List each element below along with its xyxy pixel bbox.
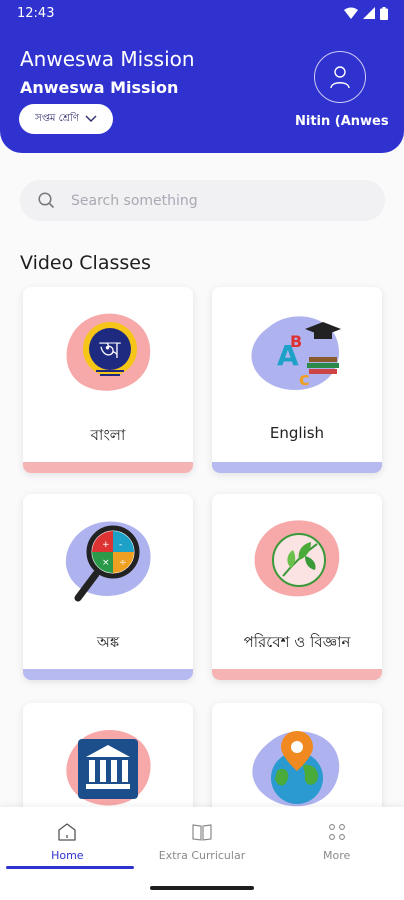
subject-label: English: [269, 424, 325, 442]
svg-text:-: -: [119, 540, 122, 550]
svg-text:B: B: [290, 332, 302, 351]
status-bar: 12:43: [0, 0, 404, 26]
grid-dots-icon: [328, 824, 345, 840]
subject-card-english[interactable]: A B c English: [212, 287, 382, 473]
profile-avatar[interactable]: [314, 51, 366, 103]
subject-card-bangla[interactable]: অ বাংলা: [23, 287, 193, 473]
card-accent-bar: [212, 462, 382, 473]
search-icon: [38, 192, 55, 209]
svg-text:+: +: [102, 540, 110, 550]
search-input[interactable]: [71, 192, 351, 209]
nav-home[interactable]: Home: [0, 807, 135, 875]
bengali-letter-icon: অ: [66, 313, 151, 391]
card-accent-bar: [212, 669, 382, 680]
class-select-dropdown[interactable]: সপ্তম শ্রেণি: [19, 104, 113, 134]
organization-name: Anweswa Mission: [20, 78, 179, 97]
svg-text:অ: অ: [99, 336, 122, 364]
signal-icon: [363, 7, 375, 19]
svg-text:×: ×: [102, 558, 110, 568]
nav-extra-curricular-label: Extra Curricular: [158, 849, 246, 862]
section-title: Video Classes: [20, 252, 151, 274]
app-screen: Anweswa Mission Anweswa Mission সপ্তম শ্…: [0, 0, 404, 900]
subject-label: অঙ্ক: [96, 633, 120, 651]
gesture-handle[interactable]: [150, 886, 254, 890]
subject-card-science[interactable]: পরিবেশ ও বিজ্ঞান: [212, 494, 382, 680]
subject-card-math[interactable]: + - × ÷ অঙ্ক: [23, 494, 193, 680]
active-tab-indicator: [6, 866, 134, 869]
bottom-navigation: Home Extra Curricular More: [0, 807, 404, 875]
user-icon: [330, 66, 350, 89]
globe-pin-icon: [252, 731, 340, 807]
subject-label: পরিবেশ ও বিজ্ঞান: [243, 633, 351, 651]
museum-icon: [66, 729, 151, 806]
status-time: 12:43: [17, 5, 55, 21]
chevron-down-icon: [85, 115, 97, 122]
leaf-icon: [254, 520, 340, 597]
card-accent-bar: [23, 462, 193, 473]
nav-more-label: More: [323, 849, 351, 862]
svg-text:÷: ÷: [119, 558, 127, 568]
wifi-icon: [344, 7, 358, 19]
class-select-label: সপ্তম শ্রেণি: [35, 112, 79, 124]
home-icon: [58, 823, 76, 841]
nav-more[interactable]: More: [269, 807, 404, 875]
app-title: Anweswa Mission: [20, 47, 195, 71]
svg-text:c: c: [299, 369, 310, 390]
user-name: Nitin (Anwes: [295, 114, 389, 129]
subject-label: বাংলা: [90, 426, 126, 444]
abc-graduation-icon: A B c: [251, 316, 341, 391]
nav-extra-curricular[interactable]: Extra Curricular: [135, 807, 270, 875]
nav-home-label: Home: [51, 849, 84, 862]
card-accent-bar: [23, 669, 193, 680]
math-magnifier-icon: + - × ÷: [65, 521, 151, 602]
book-icon: [192, 824, 212, 841]
battery-icon: [380, 6, 388, 20]
search-bar[interactable]: [20, 180, 385, 221]
